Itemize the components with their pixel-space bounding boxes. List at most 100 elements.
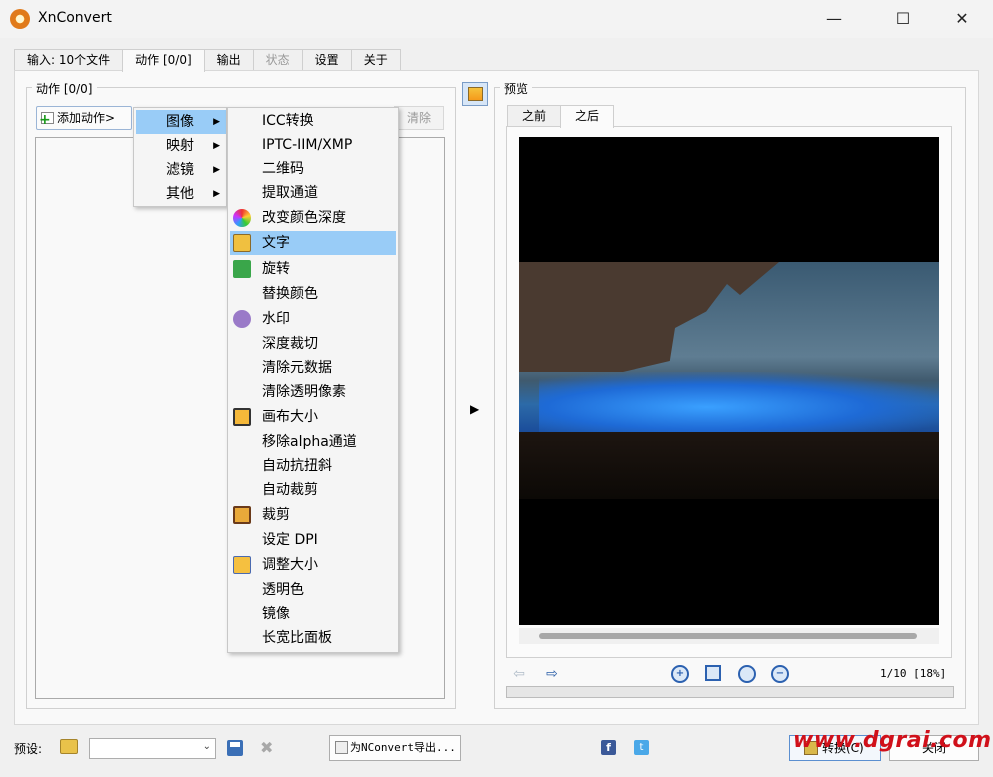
close-window-button[interactable]: ✕ — [939, 0, 985, 38]
open-folder-icon[interactable] — [60, 739, 78, 754]
menu-item-transparent-color[interactable]: 透明色 — [230, 578, 396, 602]
tab-actions[interactable]: 动作 [0/0] — [122, 49, 205, 72]
watermark-icon — [233, 310, 251, 328]
menu-item-iptc-xmp[interactable]: IPTC-IIM/XMP — [230, 133, 396, 157]
menu-item-rotate[interactable]: 旋转 — [230, 257, 396, 281]
chevron-down-icon: ⌄ — [202, 741, 211, 752]
zoom-out-icon[interactable]: − — [771, 665, 789, 683]
next-image-button[interactable]: ⇨ — [543, 665, 561, 683]
menu-item-label: 其他 — [166, 186, 194, 202]
canvas-icon — [233, 408, 251, 426]
image-icon — [468, 87, 483, 101]
menu-item-label: 裁剪 — [262, 507, 290, 523]
menu-item-label: 调整大小 — [262, 557, 318, 573]
submenu-arrow-icon: ▶ — [213, 117, 220, 127]
menu-item-qr-code[interactable]: 二维码 — [230, 157, 396, 181]
actions-group-label: 动作 [0/0] — [32, 80, 97, 97]
menu-item-resize[interactable]: 调整大小 — [230, 553, 396, 577]
image-action-submenu: ICC转换 IPTC-IIM/XMP 二维码 提取通道 改变颜色深度 文字 旋转… — [227, 107, 399, 653]
menu-item-auto-crop[interactable]: 自动裁剪 — [230, 478, 396, 502]
scrollbar-thumb[interactable] — [539, 633, 917, 639]
preset-select[interactable]: ⌄ — [89, 738, 216, 759]
rotate-icon — [233, 260, 251, 278]
text-icon — [233, 234, 251, 252]
preset-label: 预设: — [14, 742, 43, 756]
menu-item-label: 水印 — [262, 311, 290, 327]
window-title: XnConvert — [38, 10, 112, 26]
export-icon — [335, 741, 348, 754]
save-preset-icon[interactable] — [227, 740, 243, 756]
menu-item-remove-alpha[interactable]: 移除alpha通道 — [230, 430, 396, 454]
tab-about[interactable]: 关于 — [350, 49, 401, 71]
tab-settings[interactable]: 设置 — [301, 49, 352, 71]
menu-item-replace-color[interactable]: 替换颜色 — [230, 282, 396, 306]
menu-item-label: 滤镜 — [166, 162, 194, 178]
photo-pebble-beach — [519, 432, 939, 499]
add-action-label: 添加动作> — [57, 111, 116, 125]
menu-item-mirror[interactable]: 镜像 — [230, 602, 396, 626]
menu-item-label: 图像 — [166, 114, 194, 130]
menu-item-label: 映射 — [166, 138, 194, 154]
menu-item-auto-deskew[interactable]: 自动抗扭斜 — [230, 454, 396, 478]
submenu-arrow-icon: ▶ — [213, 141, 220, 151]
facebook-icon[interactable]: f — [601, 740, 616, 755]
menu-item-label: 画布大小 — [262, 409, 318, 425]
menu-item-deep-crop[interactable]: 深度裁切 — [230, 332, 396, 356]
add-icon — [39, 109, 54, 131]
menu-item-label: 改变颜色深度 — [262, 210, 346, 226]
tab-preview-after[interactable]: 之后 — [560, 105, 615, 128]
menu-item-extract-channel[interactable]: 提取通道 — [230, 181, 396, 205]
menu-item-aspect-ratio-pad[interactable]: 长宽比面板 — [230, 626, 396, 650]
menu-item-canvas-size[interactable]: 画布大小 — [230, 405, 396, 429]
progress-bar — [506, 686, 954, 698]
tab-preview-before[interactable]: 之前 — [507, 105, 562, 127]
menu-item-label: 旋转 — [262, 261, 290, 277]
menu-item-other[interactable]: 其他 ▶ — [136, 182, 226, 206]
tab-output[interactable]: 输出 — [203, 49, 254, 71]
menu-item-clear-metadata[interactable]: 清除元数据 — [230, 356, 396, 380]
submenu-arrow-icon: ▶ — [213, 189, 220, 199]
menu-item-color-depth[interactable]: 改变颜色深度 — [230, 206, 396, 230]
menu-item-crop[interactable]: 裁剪 — [230, 503, 396, 527]
page-info: 1/10 [18%] — [880, 667, 947, 680]
crop-icon — [233, 506, 251, 524]
toggle-preview-button[interactable] — [462, 82, 488, 106]
twitter-icon[interactable]: t — [634, 740, 649, 755]
minimize-button[interactable]: — — [811, 0, 857, 38]
photo-cliff — [519, 262, 779, 372]
delete-preset-icon[interactable]: ✖ — [260, 738, 273, 757]
preview-horizontal-scrollbar[interactable] — [519, 628, 939, 644]
preview-canvas[interactable] — [519, 137, 939, 625]
resize-icon — [233, 556, 251, 574]
submenu-arrow-icon: ▶ — [213, 165, 220, 175]
preview-image — [519, 262, 939, 499]
preview-group-label: 预览 — [500, 80, 533, 97]
menu-item-map[interactable]: 映射 ▶ — [136, 134, 226, 158]
clear-button[interactable]: 清除 — [394, 106, 444, 130]
zoom-actual-icon[interactable] — [738, 665, 756, 683]
menu-item-label: 文字 — [262, 235, 290, 251]
export-label: 为NConvert导出... — [350, 741, 456, 754]
menu-item-text[interactable]: 文字 — [230, 231, 396, 255]
menu-item-clear-transparent[interactable]: 清除透明像素 — [230, 380, 396, 404]
fit-to-window-icon[interactable] — [705, 665, 721, 681]
tab-status[interactable]: 状态 — [252, 49, 303, 71]
menu-item-set-dpi[interactable]: 设定 DPI — [230, 528, 396, 552]
menu-item-image[interactable]: 图像 ▶ — [136, 110, 226, 134]
preview-tab-strip: 之前 之后 — [507, 105, 615, 128]
zoom-in-icon[interactable]: + — [671, 665, 689, 683]
tab-input[interactable]: 输入: 10个文件 — [14, 49, 124, 71]
menu-item-watermark[interactable]: 水印 — [230, 307, 396, 331]
color-depth-icon — [233, 209, 251, 227]
add-action-button[interactable]: 添加动作> — [36, 106, 132, 131]
expand-arrow-icon[interactable]: ▶ — [470, 402, 479, 416]
main-tab-strip: 输入: 10个文件 动作 [0/0] 输出 状态 设置 关于 — [14, 49, 401, 72]
menu-item-filter[interactable]: 滤镜 ▶ — [136, 158, 226, 182]
maximize-button[interactable]: ☐ — [880, 0, 926, 38]
title-bar: XnConvert — ☐ ✕ — [0, 0, 993, 38]
export-nconvert-button[interactable]: 为NConvert导出... — [329, 735, 461, 761]
previous-image-button[interactable]: ⇦ — [510, 665, 528, 683]
action-category-menu: 图像 ▶ 映射 ▶ 滤镜 ▶ 其他 ▶ — [133, 107, 227, 207]
xnconvert-logo-icon — [10, 9, 30, 29]
menu-item-icc-convert[interactable]: ICC转换 — [230, 109, 396, 133]
